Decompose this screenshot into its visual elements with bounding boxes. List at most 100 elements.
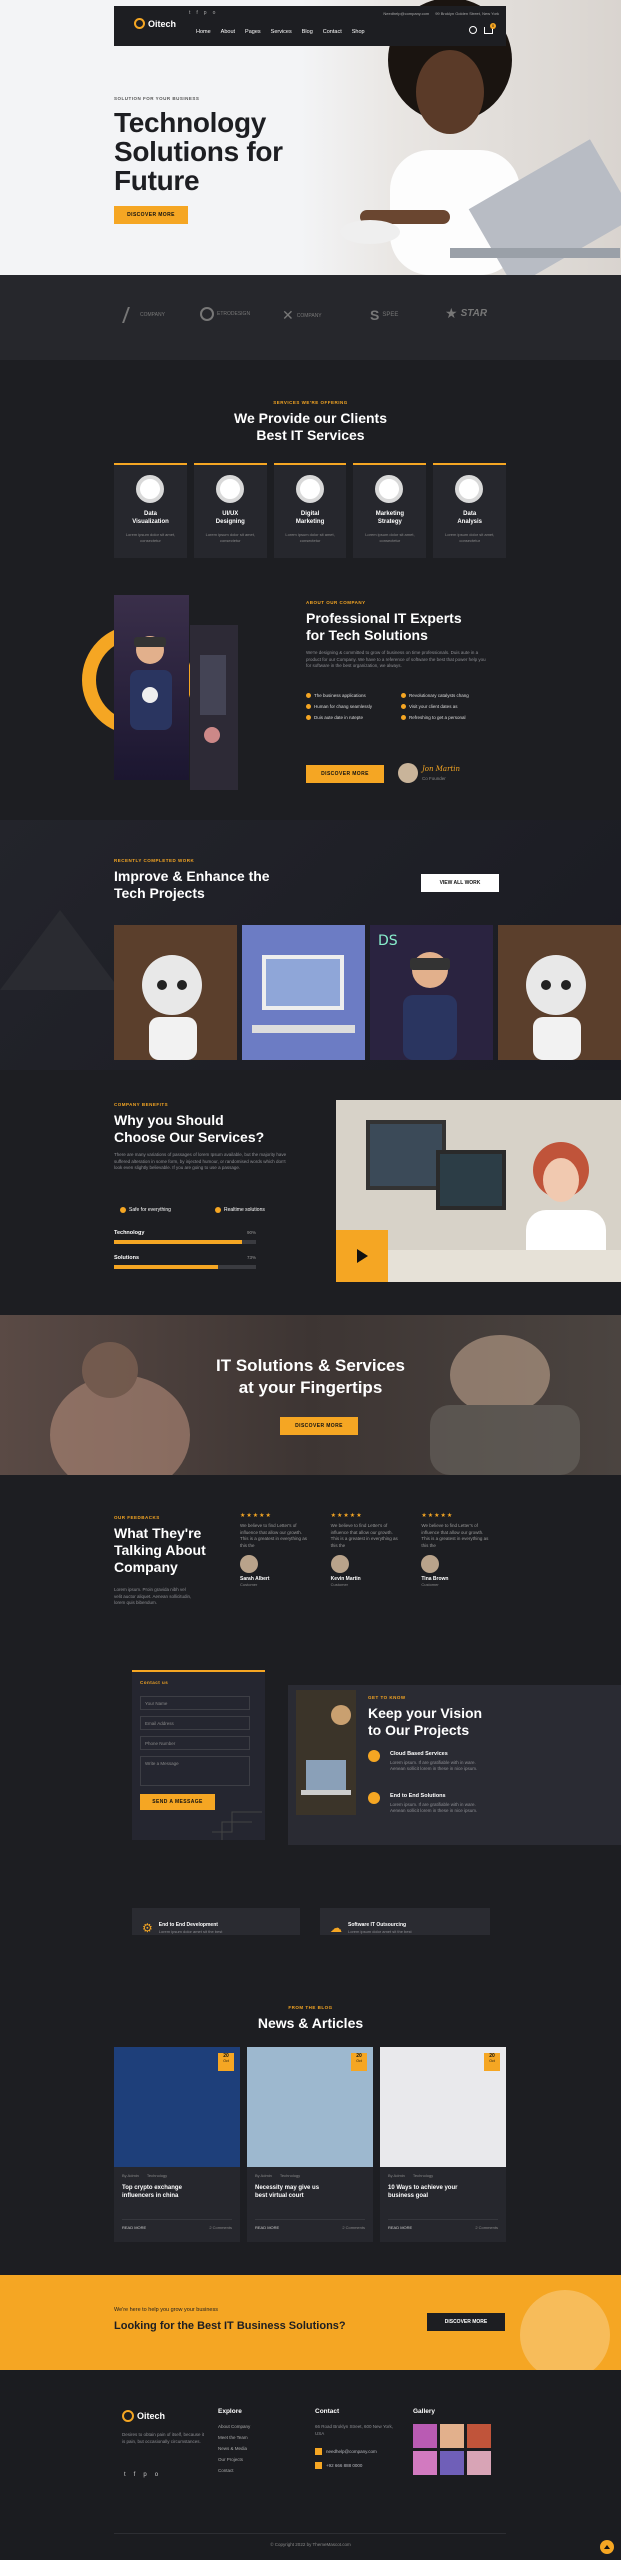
avatar xyxy=(421,1555,440,1573)
brand-mark-icon: ✕ xyxy=(282,307,294,323)
brand-logo-3: ✕ COMPANY xyxy=(282,307,322,323)
service-card[interactable]: Data Analysis Lorem ipsum dolor sit amet, … xyxy=(433,463,506,558)
design-icon xyxy=(215,475,244,503)
news-title[interactable]: 10 Ways to achieve your xyxy=(388,2184,457,2192)
comments-count[interactable]: 2 Comments xyxy=(209,2225,232,2230)
service-desc: Lorem ipsum dolor sit amet, consectetur xyxy=(445,532,495,543)
footer-link[interactable]: News & Media xyxy=(218,2446,250,2451)
email-text[interactable]: Needhelp@company.com xyxy=(383,11,429,16)
nav-about[interactable]: About xyxy=(221,29,235,35)
cta-band-button[interactable]: DISCOVER MORE xyxy=(427,2313,505,2331)
project-card-desk[interactable] xyxy=(242,925,365,1060)
project-card-robot[interactable] xyxy=(114,925,237,1060)
brand-logo-5: ★ STAR xyxy=(445,305,488,321)
service-title: UI/UX xyxy=(222,511,239,517)
check-item: Refreshing to get a personal xyxy=(401,715,496,720)
play-button[interactable] xyxy=(336,1230,388,1282)
service-card[interactable]: UI/UX Designing Lorem ipsum dolor sit amet… xyxy=(193,463,267,558)
service-title: Digital xyxy=(300,511,320,517)
contact-title: Contact xyxy=(315,2408,340,2415)
check-icon xyxy=(306,693,311,698)
read-more-link[interactable]: READ MORE xyxy=(388,2225,412,2230)
read-more-link[interactable]: READ MORE xyxy=(255,2225,279,2230)
service-title: Analysis xyxy=(457,519,483,525)
contact-image xyxy=(296,1690,356,1815)
footer-phone[interactable]: +92 666 888 0000 xyxy=(315,2462,362,2469)
hero-cta-button[interactable]: DISCOVER MORE xyxy=(114,206,188,224)
footer-logo[interactable]: Oitech xyxy=(122,2410,165,2422)
arrow-up-icon xyxy=(604,2545,610,2549)
cta-band: We're here to help you grow your busines… xyxy=(0,2275,621,2370)
send-message-button[interactable]: SEND A MESSAGE xyxy=(140,1794,215,1810)
twitter-icon[interactable]: t xyxy=(189,10,190,16)
view-all-button[interactable]: VIEW ALL WORK xyxy=(421,874,499,892)
scroll-top-button[interactable] xyxy=(600,2540,614,2554)
name-input[interactable]: Your Name xyxy=(140,1696,250,1710)
gallery-title: Gallery xyxy=(413,2408,436,2415)
about-checklist: The business applications Revolutionary c… xyxy=(306,693,496,720)
logo[interactable]: Oitech xyxy=(134,18,176,29)
news-card[interactable]: 20 Oct By Admin Technology 10 Ways to achiev… xyxy=(380,2047,506,2242)
services-cards: Data Visualization Lorem ipsum dolor sit a… xyxy=(114,463,506,558)
footer-link[interactable]: About Company xyxy=(218,2424,250,2429)
email-input[interactable]: Email Address xyxy=(140,1716,250,1730)
banner-cta-button[interactable]: DISCOVER MORE xyxy=(280,1417,358,1435)
nav-home[interactable]: Home xyxy=(196,29,211,35)
check-icon xyxy=(401,715,406,720)
testimonial-quote: We believe to find Letter's of influence… xyxy=(330,1523,398,1548)
pinterest-icon[interactable]: p xyxy=(204,10,207,16)
news-title[interactable]: influencers in china xyxy=(122,2192,178,2200)
service-title: Marketing xyxy=(375,511,405,517)
nav-pages[interactable]: Pages xyxy=(245,29,261,35)
gallery-thumb[interactable] xyxy=(467,2451,491,2475)
nav-services[interactable]: Services xyxy=(271,29,292,35)
service-card[interactable]: Digital Marketing Lorem ipsum dolor sit am… xyxy=(273,463,347,558)
read-more-link[interactable]: READ MORE xyxy=(122,2225,146,2230)
news-divider xyxy=(388,2219,498,2220)
nav-contact[interactable]: Contact xyxy=(323,29,342,35)
pinterest-icon[interactable]: p xyxy=(143,2472,146,2478)
search-icon[interactable] xyxy=(469,26,477,34)
facebook-icon[interactable]: f xyxy=(134,2472,136,2478)
gallery-thumb[interactable] xyxy=(440,2451,464,2475)
analysis-icon xyxy=(455,475,484,503)
instagram-icon[interactable]: o xyxy=(155,2472,158,2478)
gallery-thumb[interactable] xyxy=(413,2424,437,2448)
gallery-thumb[interactable] xyxy=(413,2451,437,2475)
facebook-icon[interactable]: f xyxy=(196,10,197,16)
news-title[interactable]: best virtual court xyxy=(255,2192,304,2200)
footer-link[interactable]: Our Projects xyxy=(218,2457,250,2462)
message-textarea[interactable]: Write a Message xyxy=(140,1756,250,1786)
nav-blog[interactable]: Blog xyxy=(302,29,313,35)
project-card-vr[interactable]: DS xyxy=(370,925,493,1060)
comments-count[interactable]: 2 Comments xyxy=(342,2225,365,2230)
gallery-thumb[interactable] xyxy=(440,2424,464,2448)
cta-title: Looking for the Best IT Business Solutio… xyxy=(114,2320,346,2332)
instagram-icon[interactable]: o xyxy=(213,10,216,16)
news-title[interactable]: Necessity may give us xyxy=(255,2184,319,2192)
news-title[interactable]: business goal xyxy=(388,2192,428,2200)
phone-input[interactable]: Phone Number xyxy=(140,1736,250,1750)
about-cta-button[interactable]: DISCOVER MORE xyxy=(306,765,384,783)
service-card[interactable]: Data Visualization Lorem ipsum dolor sit a… xyxy=(114,463,187,558)
check-circle-icon xyxy=(368,1792,380,1804)
brands-section: COMPANY ETRODESIGN ✕ COMPANY S SPEE ★ STAR xyxy=(0,275,621,360)
service-card[interactable]: Marketing Strategy Lorem ipsum dolor sit a… xyxy=(353,463,427,558)
comments-count[interactable]: 2 Comments xyxy=(475,2225,498,2230)
project-card-robot-2[interactable] xyxy=(498,925,621,1060)
hero-section: Oitech t f p o Needhelp@company.com 99 B… xyxy=(0,0,621,275)
gallery-thumb[interactable] xyxy=(467,2424,491,2448)
news-card[interactable]: 20 Oct By Admin Technology Necessity may giv… xyxy=(247,2047,373,2242)
services-title: We Provide our Clients Best IT Services xyxy=(234,410,387,443)
twitter-icon[interactable]: t xyxy=(124,2472,126,2478)
news-card[interactable]: 20 Oct By Admin Technology Top crypto exchan… xyxy=(114,2047,240,2242)
news-title[interactable]: Top crypto exchange xyxy=(122,2184,182,2192)
contact-section: Contact us Your Name Email Address Phone… xyxy=(0,1650,621,1860)
progress-technology: Technology 90% xyxy=(114,1230,256,1244)
nav-shop[interactable]: Shop xyxy=(352,29,365,35)
footer-link[interactable]: Contact xyxy=(218,2468,250,2473)
footer-link[interactable]: Meet the Team xyxy=(218,2435,250,2440)
projects-kicker: RECENTLY COMPLETED WORK xyxy=(114,858,195,863)
footer-email[interactable]: needhelp@company.com xyxy=(315,2448,377,2455)
footer-address: 66 Road Broklyn Street, 600 New York, US… xyxy=(315,2424,394,2436)
